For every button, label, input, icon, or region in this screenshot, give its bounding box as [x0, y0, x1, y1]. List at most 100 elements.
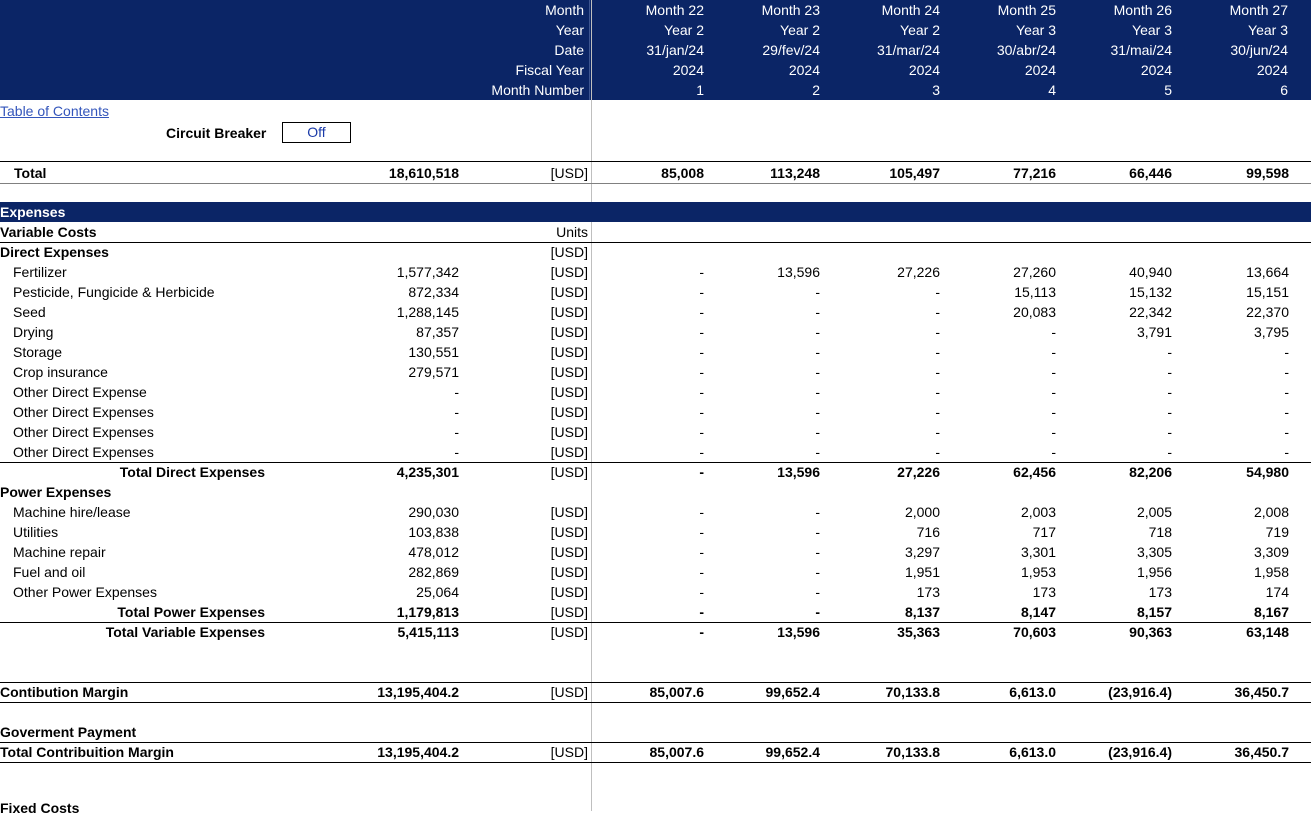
direct-expense-value-4: 40,940 [1129, 264, 1172, 280]
direct-expense-value-1: - [815, 344, 820, 360]
direct-expense-value-1: - [815, 364, 820, 380]
total-m3: 77,216 [1013, 165, 1056, 181]
power-expense-label: Machine hire/lease [13, 504, 131, 520]
header-num-4: 5 [1164, 82, 1172, 98]
total-contribution-m5: 36,450.7 [1234, 744, 1290, 760]
power-expense-value-3: 173 [1032, 584, 1056, 600]
direct-expense-value-1: - [815, 404, 820, 420]
direct-expense-value-0: - [699, 364, 704, 380]
total-row: Total 18,610,518 [USD] 85,008 113,248 10… [0, 163, 1311, 183]
direct-expense-total: 130,551 [408, 344, 459, 360]
power-expense-value-2: 2,000 [904, 504, 940, 520]
direct-expense-value-0: - [699, 344, 704, 360]
direct-expense-value-3: - [1051, 424, 1056, 440]
direct-expense-value-1: - [815, 304, 820, 320]
power-expense-value-1: - [815, 544, 820, 560]
direct-expenses-label: Direct Expenses [0, 244, 109, 260]
total-direct-m5: 54,980 [1246, 464, 1289, 480]
total-direct-expenses-row: Total Direct Expenses 4,235,301 [USD] - … [0, 462, 1311, 482]
header-year-1: Year 2 [780, 22, 820, 38]
power-expense-unit: [USD] [550, 524, 588, 540]
direct-expense-value-4: - [1167, 404, 1172, 420]
power-expense-total: 25,064 [416, 584, 459, 600]
power-expense-unit: [USD] [550, 584, 588, 600]
header-date-1: 29/fev/24 [762, 42, 820, 58]
header-num-5: 6 [1280, 82, 1288, 98]
total-variable-m4: 90,363 [1129, 624, 1172, 640]
direct-expense-value-5: - [1284, 344, 1289, 360]
contribution-m4: (23,916.4) [1108, 684, 1172, 700]
power-expense-value-2: 716 [916, 524, 940, 540]
total-direct-label: Total Direct Expenses [119, 464, 265, 480]
total-variable-unit: [USD] [550, 624, 588, 640]
total-contribution-m0: 85,007.6 [649, 744, 705, 760]
total-variable-m0: - [699, 624, 704, 640]
fixed-costs-label: Fixed Costs [0, 800, 80, 816]
direct-expense-value-3: 20,083 [1013, 304, 1056, 320]
header-year-3: Year 3 [1016, 22, 1056, 38]
power-expense-value-4: 173 [1148, 584, 1172, 600]
table-of-contents-link[interactable]: Table of Contents [0, 103, 109, 119]
direct-expense-value-2: - [935, 424, 940, 440]
circuit-breaker-toggle[interactable]: Off [282, 122, 351, 143]
power-expense-value-0: - [699, 584, 704, 600]
direct-expense-row: Other Direct Expenses - [USD] - - - - - - [0, 442, 1311, 462]
contribution-m5: 36,450.7 [1234, 684, 1290, 700]
header-date-0: 31/jan/24 [646, 42, 704, 58]
total-direct-unit: [USD] [550, 464, 588, 480]
total-power-m2: 8,137 [904, 604, 940, 620]
header-label-month-number: Month Number [491, 82, 584, 98]
direct-expense-value-5: 3,795 [1253, 324, 1289, 340]
header-label-year: Year [555, 22, 584, 38]
header-month-2: Month 24 [881, 2, 940, 18]
total-variable-sum: 5,415,113 [397, 624, 459, 640]
contribution-m0: 85,007.6 [649, 684, 705, 700]
power-expense-value-4: 1,956 [1136, 564, 1172, 580]
direct-expenses-header-row: Direct Expenses [USD] [0, 242, 1311, 262]
direct-expense-value-0: - [699, 404, 704, 420]
direct-expense-value-5: 22,370 [1246, 304, 1289, 320]
direct-expense-value-5: - [1284, 424, 1289, 440]
header-fiscal-1: 2024 [788, 62, 820, 78]
direct-expense-value-2: - [935, 404, 940, 420]
direct-expense-value-4: 15,132 [1129, 284, 1172, 300]
header-num-3: 4 [1048, 82, 1056, 98]
direct-expense-value-2: - [935, 384, 940, 400]
total-m0: 85,008 [661, 165, 704, 181]
direct-expense-value-1: - [815, 284, 820, 300]
direct-expense-unit: [USD] [550, 304, 588, 320]
total-variable-m2: 35,363 [897, 624, 940, 640]
direct-expense-value-0: - [699, 284, 704, 300]
total-contribution-unit: [USD] [550, 744, 588, 760]
total-direct-m4: 82,206 [1129, 464, 1172, 480]
power-expense-value-4: 2,005 [1136, 504, 1172, 520]
total-m5: 99,598 [1246, 165, 1289, 181]
header-num-1: 2 [812, 82, 820, 98]
direct-expense-row: Seed 1,288,145 [USD] - - - 20,083 22,342 22,370 [0, 302, 1311, 322]
total-variable-m1: 13,596 [777, 624, 820, 640]
direct-expense-value-3: - [1051, 444, 1056, 460]
direct-expense-value-2: - [935, 304, 940, 320]
direct-expense-value-0: - [699, 424, 704, 440]
direct-expense-total: 279,571 [408, 364, 459, 380]
total-direct-m1: 13,596 [777, 464, 820, 480]
direct-expense-total: - [454, 424, 459, 440]
direct-expenses-unit: [USD] [550, 244, 588, 260]
direct-expense-value-4: 22,342 [1129, 304, 1172, 320]
direct-expense-value-5: - [1284, 444, 1289, 460]
power-expense-label: Machine repair [13, 544, 106, 560]
header-date-3: 30/abr/24 [996, 42, 1056, 58]
government-payment-label: Goverment Payment [0, 724, 137, 740]
header-fiscal-2: 2024 [908, 62, 940, 78]
direct-expense-value-5: - [1284, 404, 1289, 420]
header-label-date: Date [554, 42, 584, 58]
direct-expense-label: Other Direct Expenses [13, 444, 154, 460]
direct-expense-value-2: - [935, 284, 940, 300]
units-header: Units [556, 224, 588, 240]
total-contribution-m1: 99,652.4 [765, 744, 821, 760]
divider-total-direct [0, 462, 1311, 463]
power-expense-value-5: 174 [1265, 584, 1289, 600]
power-expense-value-3: 3,301 [1020, 544, 1056, 560]
direct-expense-value-0: - [699, 444, 704, 460]
header-label-fiscal-year: Fiscal Year [515, 62, 584, 78]
